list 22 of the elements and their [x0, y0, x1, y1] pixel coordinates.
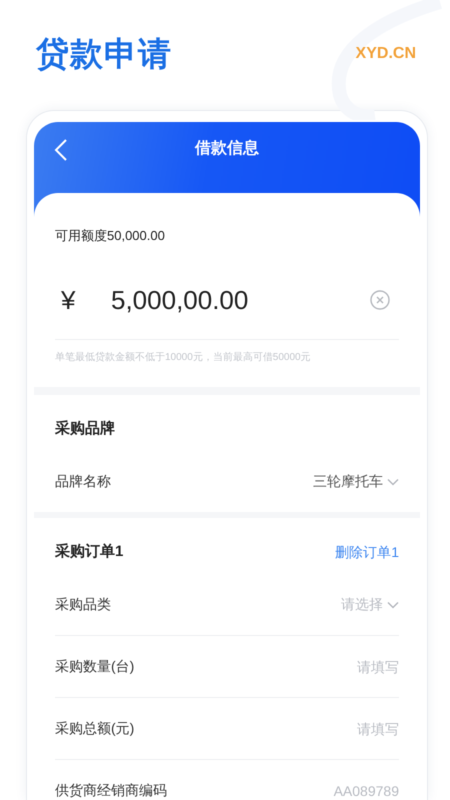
field-label: 供货商经销商编码 — [55, 782, 167, 800]
select-field[interactable]: 三轮摩托车 — [313, 472, 399, 490]
field-label: 品牌名称 — [55, 472, 111, 490]
field-label: 采购总额(元) — [55, 720, 134, 738]
currency-symbol: ¥ — [60, 284, 76, 316]
input-field[interactable]: AA089789 — [269, 782, 399, 798]
back-icon[interactable] — [54, 138, 68, 162]
amount-input[interactable]: 5,000,00.00 — [111, 284, 370, 316]
input-field[interactable]: 请填写 — [269, 720, 399, 736]
field-label: 采购数量(台) — [55, 658, 134, 676]
input-field[interactable]: 请填写 — [269, 658, 399, 674]
page-title: 贷款申请 — [36, 34, 172, 74]
amount-hint: 单笔最低贷款金额不低于10000元，当前最高可借50000元 — [55, 350, 312, 365]
brand-logo: XYD.CN — [356, 45, 416, 63]
chevron-down-icon — [387, 600, 399, 608]
delete-order-link[interactable]: 删除订单1 — [335, 540, 399, 564]
chevron-down-icon — [387, 478, 399, 486]
field-label: 采购品类 — [55, 596, 111, 614]
section-title: 采购订单1 — [55, 542, 124, 562]
available-credit: 可用额度50,000.00 — [55, 227, 166, 245]
nav-title: 借款信息 — [195, 139, 259, 159]
section-title: 采购品牌 — [55, 419, 115, 439]
